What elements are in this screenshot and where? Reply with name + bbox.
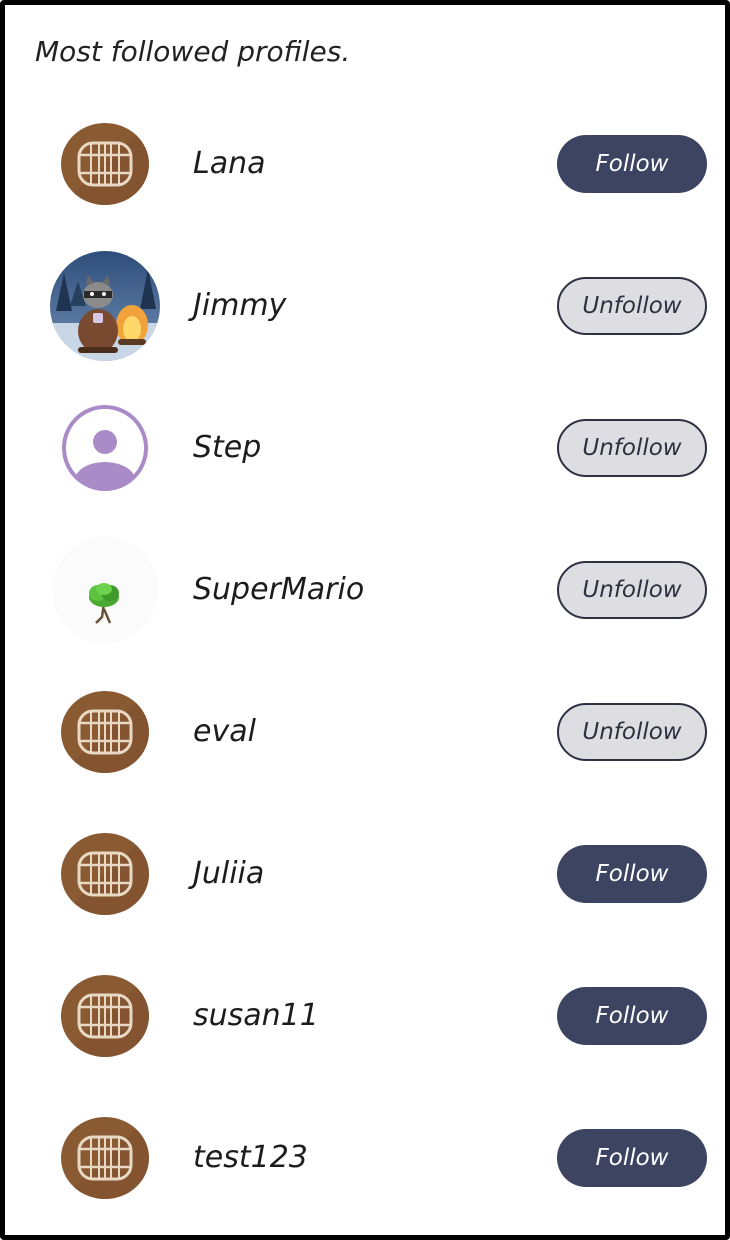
- profile-name[interactable]: Lana: [193, 146, 266, 181]
- unfollow-button[interactable]: Unfollow: [557, 703, 707, 761]
- profile-name[interactable]: SuperMario: [193, 572, 364, 607]
- barrel-avatar[interactable]: [61, 975, 149, 1057]
- profile-row: test123 Follow: [5, 1087, 730, 1229]
- profile-row: Lana Follow: [5, 93, 730, 235]
- default-user-avatar[interactable]: [61, 404, 149, 492]
- follow-button[interactable]: Follow: [557, 987, 707, 1045]
- unfollow-button[interactable]: Unfollow: [557, 419, 707, 477]
- follow-button[interactable]: Follow: [557, 845, 707, 903]
- profile-row: susan11 Follow: [5, 945, 730, 1087]
- profile-row: Juliia Follow: [5, 803, 730, 945]
- follow-button[interactable]: Follow: [557, 1129, 707, 1187]
- profile-name[interactable]: Step: [193, 430, 261, 465]
- profile-name[interactable]: Jimmy: [193, 288, 286, 323]
- barrel-avatar[interactable]: [61, 123, 149, 205]
- barrel-avatar[interactable]: [61, 691, 149, 773]
- profile-row: SuperMario Unfollow: [5, 519, 730, 661]
- unfollow-button[interactable]: Unfollow: [557, 277, 707, 335]
- section-heading: Most followed profiles.: [35, 35, 351, 68]
- follow-button[interactable]: Follow: [557, 135, 707, 193]
- profile-name[interactable]: eval: [193, 714, 256, 749]
- barrel-avatar[interactable]: [61, 833, 149, 915]
- barrel-avatar[interactable]: [61, 1117, 149, 1199]
- unfollow-button[interactable]: Unfollow: [557, 561, 707, 619]
- raccoon-campfire-avatar[interactable]: [50, 251, 160, 361]
- profile-name[interactable]: susan11: [193, 998, 319, 1033]
- tree-avatar[interactable]: [52, 537, 158, 643]
- profile-row: Step Unfollow: [5, 377, 730, 519]
- profile-row: eval Unfollow: [5, 661, 730, 803]
- profile-name[interactable]: test123: [193, 1140, 308, 1175]
- profile-name[interactable]: Juliia: [193, 856, 264, 891]
- profile-row: Jimmy Unfollow: [5, 235, 730, 377]
- profiles-panel: Most followed profiles. Lana Follow Jimm…: [0, 0, 730, 1240]
